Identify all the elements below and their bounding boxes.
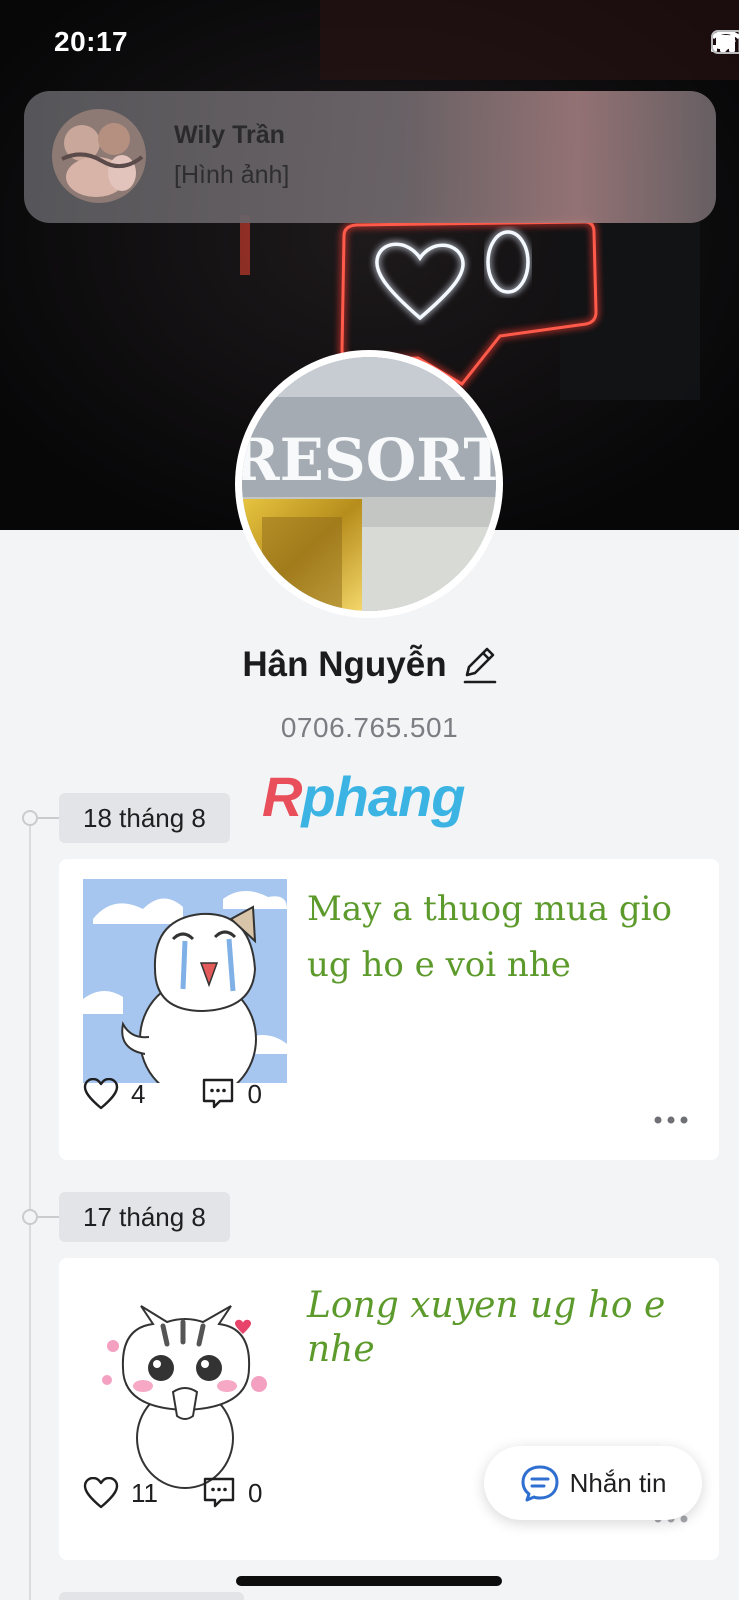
comment-icon [203, 1477, 235, 1508]
profile-name: Hân Nguyễn [242, 645, 447, 684]
pleading-cat-sticker[interactable] [83, 1288, 287, 1492]
timeline-dot [22, 810, 38, 826]
notification-sender: Wily Trần [174, 121, 285, 149]
profile-avatar[interactable]: RESORT [235, 350, 503, 618]
date-chip: 17 tháng 8 [59, 1192, 230, 1242]
profile-page: 20:17 Wily Trần [Hình ảnh] RESORT Hân Ng… [0, 0, 739, 1600]
status-time: 20:17 [54, 26, 129, 57]
more-options-icon[interactable] [653, 1115, 689, 1125]
watermark-part2: phang [301, 765, 465, 828]
battery-icon [711, 30, 739, 54]
like-count: 4 [131, 1078, 146, 1109]
home-indicator[interactable] [236, 1576, 502, 1586]
notification-message: [Hình ảnh] [174, 161, 290, 189]
status-bar: 20:17 [0, 0, 739, 90]
next-date-chip [59, 1592, 244, 1600]
pencil-icon[interactable] [461, 645, 497, 685]
timeline-tick [38, 817, 60, 819]
post-actions: 4 0 [83, 1077, 262, 1111]
timeline-dot [22, 1209, 38, 1225]
crying-cat-sticker[interactable] [83, 879, 287, 1083]
profile-name-row: Hân Nguyễn [0, 640, 739, 690]
post-card[interactable]: May a thuog mua gio ug ho e voi nhe 4 0 [59, 859, 719, 1160]
avatar-sign-text: RESORT [242, 426, 496, 494]
avatar-image: RESORT [242, 357, 496, 611]
comment-button[interactable]: 0 [202, 1476, 262, 1510]
timeline-tick [38, 1216, 60, 1218]
comment-count: 0 [248, 1477, 263, 1508]
message-button-label: Nhắn tin [569, 1467, 667, 1498]
profile-phone: 0706.765.501 [280, 712, 459, 743]
message-button[interactable]: Nhắn tin [484, 1446, 702, 1520]
date-chip: 18 tháng 8 [59, 793, 230, 843]
heart-icon [83, 1078, 119, 1110]
like-button[interactable]: 11 [83, 1477, 158, 1509]
comment-button[interactable]: 0 [201, 1077, 262, 1111]
heart-icon [83, 1477, 119, 1509]
watermark-logo: Rphang [262, 764, 465, 829]
post-text: May a thuog mua gio ug ho e voi nhe [307, 889, 673, 985]
notification-avatar [52, 109, 146, 203]
chat-bubble-icon [521, 1465, 559, 1502]
comment-count: 0 [247, 1078, 262, 1109]
like-button[interactable]: 4 [83, 1078, 145, 1110]
post-text: Long xuyen ug ho e nhe [307, 1285, 666, 1370]
post-actions: 11 0 [83, 1476, 262, 1510]
watermark-part1: R [262, 765, 302, 828]
like-count: 11 [131, 1477, 158, 1508]
comment-icon [203, 1078, 234, 1109]
message-notification-banner[interactable]: Wily Trần [Hình ảnh] [24, 91, 716, 223]
